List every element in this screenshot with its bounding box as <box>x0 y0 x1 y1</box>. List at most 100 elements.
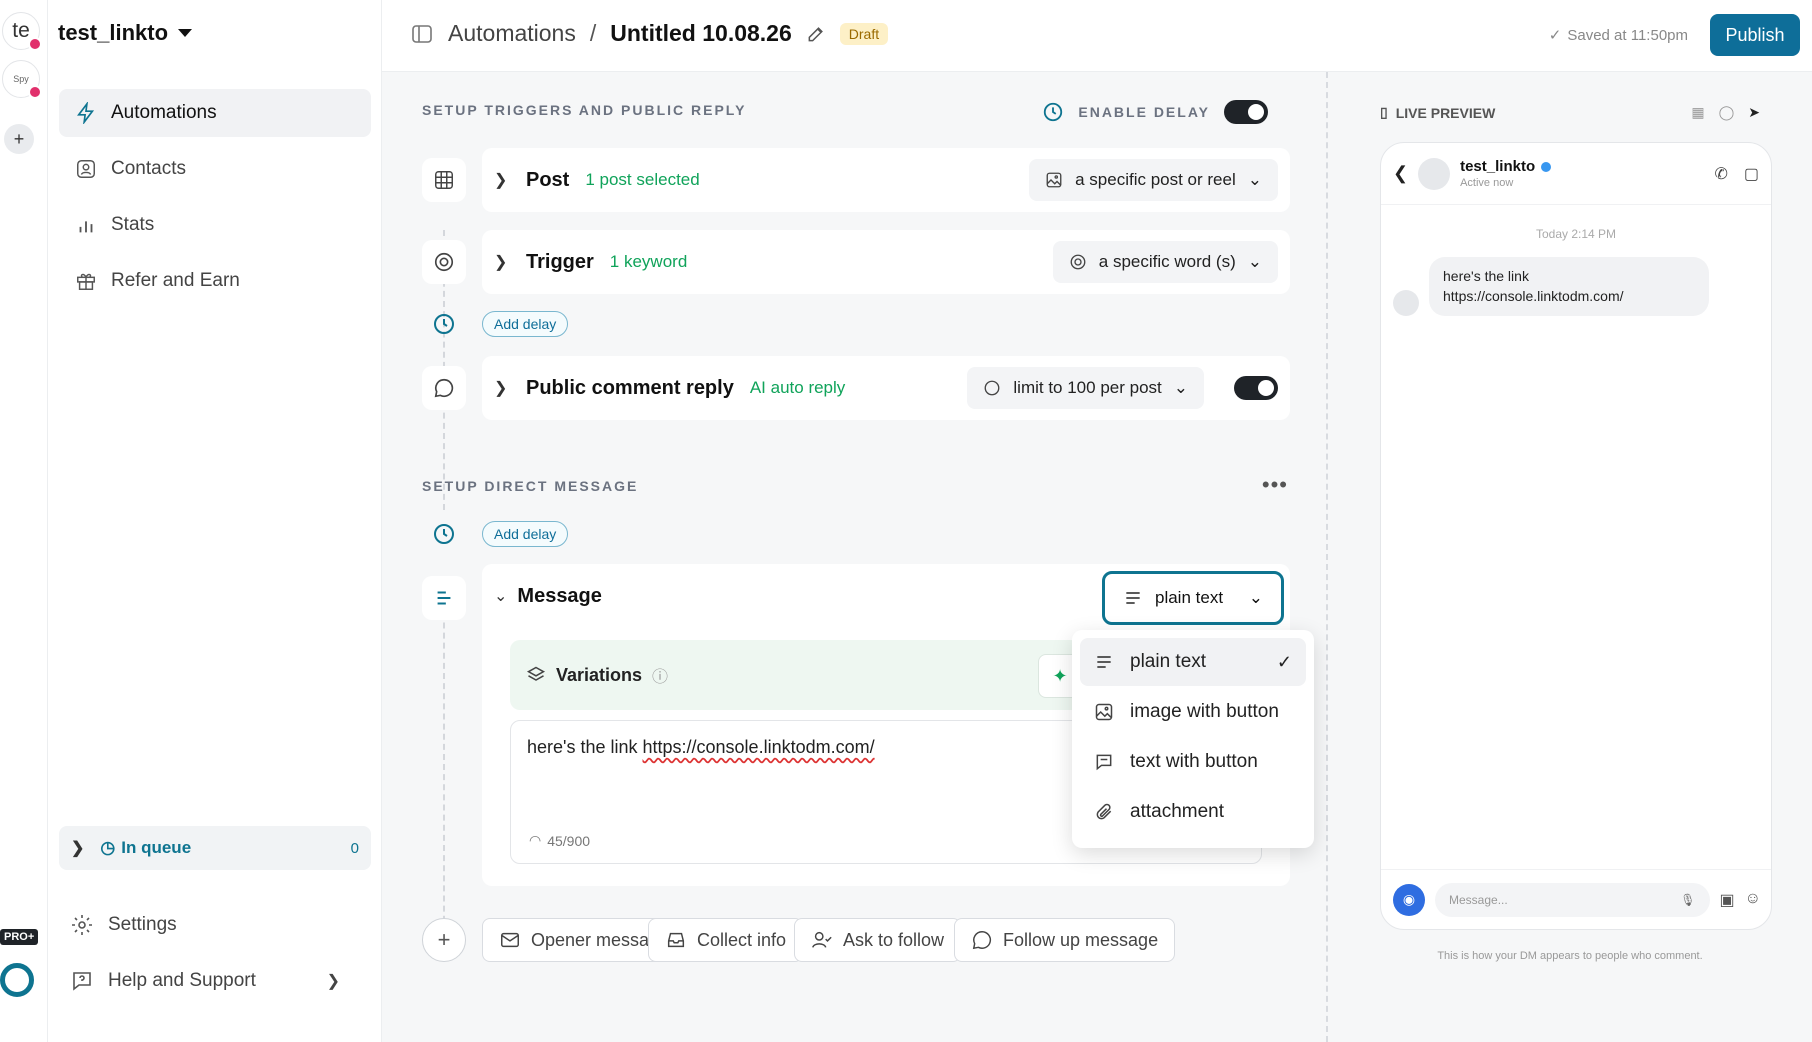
sidebar-item-contacts[interactable]: Contacts <box>59 145 371 193</box>
queue-count: 0 <box>350 839 359 857</box>
chat-timestamp: Today 2:14 PM <box>1535 227 1617 241</box>
workspace-switcher[interactable]: test_linkto <box>58 20 193 46</box>
clock-icon <box>434 314 454 334</box>
option-plain-text[interactable]: plain text ✓ <box>1080 638 1306 686</box>
follow-up-message-button[interactable]: Follow up message <box>954 918 1176 962</box>
variations-panel[interactable]: Variations ⓘ <box>510 640 1090 710</box>
triggers-section-label: SETUP TRIGGERS AND PUBLIC REPLY <box>422 102 747 118</box>
option-label: image with button <box>1130 701 1279 722</box>
sidebar-item-automations[interactable]: Automations <box>59 89 371 137</box>
trigger-type-value: a specific word (s) <box>1098 252 1236 271</box>
sidebar-item-refer[interactable]: Refer and Earn <box>59 257 371 305</box>
account-avatar-2[interactable]: Spy <box>2 60 42 99</box>
add-delay-button-dm[interactable]: Add delay <box>482 521 569 547</box>
account-initials: te <box>12 19 30 42</box>
gear-icon <box>72 915 92 935</box>
emoji-icon: ☺ <box>1744 889 1761 907</box>
sidebar-item-label: Stats <box>111 214 155 235</box>
live-preview-label: LIVE PREVIEW <box>1395 104 1496 121</box>
reply-limit-select[interactable]: limit to 100 per post ⌄ <box>967 367 1204 409</box>
message-step-icon <box>422 576 466 620</box>
phone-mockup: ❮ test_linkto Active now ✆ ▢ Today 2:14 … <box>1380 142 1772 930</box>
chat-button-icon <box>1096 754 1112 771</box>
collect-info-button[interactable]: Collect info <box>648 918 804 962</box>
post-summary: 1 post selected <box>585 170 700 189</box>
grid-view-icon[interactable]: ▦ <box>1691 104 1704 121</box>
chevron-down-icon[interactable]: ⌄ <box>494 586 507 606</box>
breadcrumb-root[interactable]: Automations <box>448 20 576 47</box>
circle-icon <box>984 380 1000 396</box>
queue-label: In queue <box>121 838 192 857</box>
check-icon: ✓ <box>1548 27 1562 44</box>
character-count: ◠ 45/900 <box>529 832 590 849</box>
saved-text: Saved at 11:50pm <box>1567 26 1688 44</box>
public-reply-title: Public comment reply <box>526 376 734 399</box>
settings-link[interactable]: Settings <box>70 913 177 937</box>
bar-chart-icon <box>79 221 93 233</box>
publish-button[interactable]: Publish <box>1710 14 1800 56</box>
add-account-button[interactable]: + <box>4 124 34 154</box>
preview-tools: ▦ ◯ ➤ <box>1691 104 1760 121</box>
account2-label: Spy <box>13 74 29 84</box>
add-delay-button[interactable]: Add delay <box>482 311 569 337</box>
add-step-button[interactable]: + <box>422 918 466 962</box>
option-attachment[interactable]: attachment <box>1080 788 1306 836</box>
in-queue-panel[interactable]: ❯ ◷ In queue 0 <box>59 826 371 870</box>
trigger-type-select[interactable]: a specific word (s) ⌄ <box>1052 241 1278 283</box>
account-avatar[interactable]: te <box>2 12 42 51</box>
chevron-right-icon: ❯ <box>326 973 340 990</box>
chevron-down-icon: ⌄ <box>1247 252 1262 271</box>
variations-label: Variations <box>556 664 643 685</box>
chevron-right-icon[interactable]: ❯ <box>494 170 516 190</box>
enable-delay-control: ENABLE DELAY <box>1042 100 1268 124</box>
ask-to-follow-button[interactable]: Ask to follow <box>794 918 962 962</box>
info-icon[interactable]: ⓘ <box>652 663 668 687</box>
sidebar-item-stats[interactable]: Stats <box>59 201 371 249</box>
enable-delay-toggle[interactable] <box>1224 100 1268 124</box>
chevron-right-icon[interactable]: ❯ <box>494 252 516 272</box>
help-chat-icon <box>73 972 91 991</box>
edit-pencil-icon[interactable] <box>806 24 826 44</box>
help-support-link[interactable]: Help and Support ❯ <box>70 969 340 993</box>
sidebar: test_linkto Automations Contacts Stats R… <box>48 0 382 1042</box>
public-reply-toggle[interactable] <box>1234 376 1278 400</box>
workspace-name: test_linkto <box>58 20 169 45</box>
public-reply-card[interactable]: ❯ Public comment reply AI auto reply lim… <box>482 356 1290 420</box>
clock-icon: ◷ <box>100 838 116 857</box>
message-header[interactable]: ⌄ Message <box>494 564 602 628</box>
option-image-with-button[interactable]: image with button <box>1080 688 1306 736</box>
option-text-with-button[interactable]: text with button <box>1080 738 1306 786</box>
send-icon[interactable]: ➤ <box>1748 104 1760 121</box>
user-check-icon <box>812 931 832 948</box>
check-icon: ✓ <box>1276 651 1292 672</box>
character-count-value: 45/900 <box>547 832 591 849</box>
chat-header: ❮ test_linkto Active now ✆ ▢ <box>1381 143 1771 205</box>
option-label: attachment <box>1130 801 1224 822</box>
status-badge: Draft <box>839 22 889 45</box>
progress-ring-icon[interactable] <box>0 963 34 997</box>
chevron-down-icon: ⌄ <box>1247 170 1262 189</box>
post-card[interactable]: ❯ Post 1 post selected a specific post o… <box>482 148 1290 212</box>
message-text: here's the link <box>527 737 643 757</box>
post-title: Post <box>526 168 570 191</box>
trigger-card[interactable]: ❯ Trigger 1 keyword a specific word (s) … <box>482 230 1290 294</box>
mail-icon <box>501 932 519 948</box>
bubble-line: here's the link <box>1443 268 1529 284</box>
message-type-select[interactable]: plain text ⌄ <box>1102 571 1284 625</box>
image-icon <box>1046 172 1062 188</box>
comment-view-icon[interactable]: ◯ <box>1719 104 1735 121</box>
chat-input-placeholder: Message... <box>1449 892 1508 907</box>
phone-icon: ▯ <box>1380 104 1388 120</box>
top-header: Automations / Untitled 10.08.26 Draft ✓ … <box>382 0 1812 72</box>
bubble-link: https://console.linktodm.com/ <box>1443 287 1624 304</box>
breadcrumb-separator: / <box>589 20 597 46</box>
more-options-icon[interactable]: ••• <box>1262 472 1288 498</box>
dm-section-label: SETUP DIRECT MESSAGE <box>422 478 639 494</box>
sidebar-toggle-icon[interactable] <box>410 22 434 46</box>
automation-title: Untitled 10.08.26 <box>610 20 792 46</box>
post-type-select[interactable]: a specific post or reel ⌄ <box>1029 159 1278 201</box>
reply-step-icon <box>422 366 466 410</box>
ask-to-follow-label: Ask to follow <box>843 929 945 950</box>
layers-icon <box>526 666 546 681</box>
chevron-right-icon[interactable]: ❯ <box>494 378 516 398</box>
